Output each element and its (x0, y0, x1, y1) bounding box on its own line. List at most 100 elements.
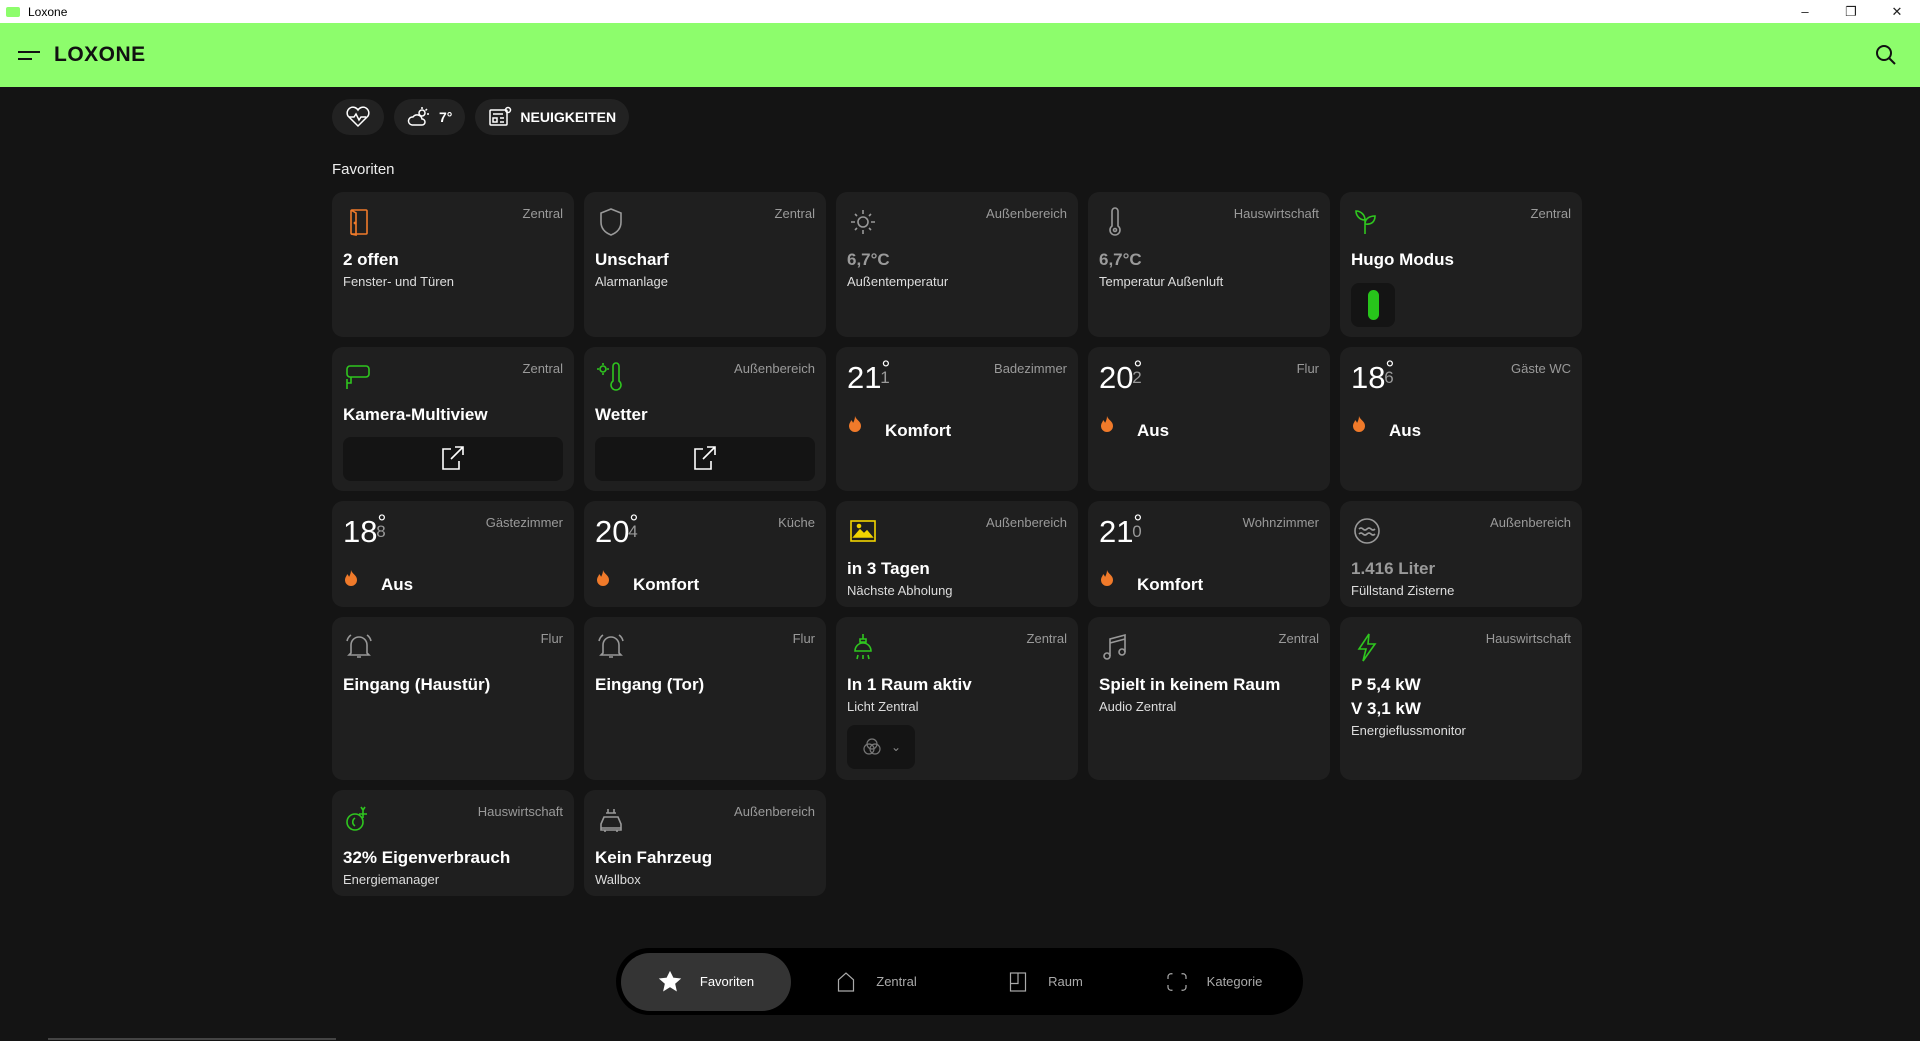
window-titlebar: Loxone – ❐ ✕ (0, 0, 1920, 23)
external-link-icon (694, 446, 716, 470)
favorites-grid: Zentral 2 offen Fenster- und Türen Zentral U… (332, 192, 1582, 896)
light-mood-dropdown[interactable]: ⌄ (847, 725, 915, 769)
sun-icon (851, 210, 875, 234)
favorite-card[interactable]: Gästezimmer 18 ° 8 Aus (332, 501, 574, 607)
card-room: Badezimmer (994, 361, 1067, 376)
favorite-card[interactable]: Außenbereich 6,7°C Außentemperatur (836, 192, 1078, 337)
favorite-card[interactable]: Küche 20 ° 4 Komfort (584, 501, 826, 607)
logo: LOXONE (54, 43, 146, 66)
door-icon (350, 209, 368, 236)
heating-state-label: Komfort (885, 421, 952, 440)
card-title: 2 offen (343, 250, 399, 269)
lamp-icon (854, 634, 872, 660)
weather-temp: 7° (439, 109, 453, 125)
restore-button[interactable]: ❐ (1828, 0, 1874, 23)
nav-label: Zentral (876, 974, 917, 989)
card-title: In 1 Raum aktiv (847, 675, 972, 694)
card-room: Wohnzimmer (1242, 515, 1319, 530)
nav-kategorie[interactable]: Kategorie (1129, 953, 1298, 1011)
card-room: Außenbereich (1490, 515, 1571, 530)
open-external-button[interactable] (343, 437, 563, 481)
news-button[interactable]: NEUIGKEITEN (475, 99, 630, 135)
favorite-card[interactable]: Außenbereich Wetter (584, 347, 826, 491)
app-icon (6, 6, 20, 17)
card-title: Hugo Modus (1351, 250, 1454, 269)
card-title: 32% Eigenverbrauch (343, 848, 511, 867)
temperature-decimal: 0 (1132, 522, 1142, 541)
favorite-card[interactable]: Badezimmer 21 ° 1 Komfort (836, 347, 1078, 491)
card-room: Zentral (1026, 631, 1067, 646)
favorite-card[interactable]: Zentral Spielt in keinem Raum Audio Zentra… (1088, 617, 1330, 780)
card-room: Zentral (522, 361, 563, 376)
favorite-card[interactable]: Außenbereich 1.416 Liter Füllstand Zistern… (1340, 501, 1582, 607)
lightning-icon (1357, 633, 1377, 662)
temperature-decimal: 1 (880, 368, 890, 387)
card-room: Außenbereich (734, 361, 815, 376)
temperature-decimal: 4 (628, 522, 638, 541)
card-title: Eingang (Haustür) (343, 675, 491, 694)
card-room: Flur (792, 631, 815, 646)
nav-zentral[interactable]: Zentral (791, 953, 960, 1011)
card-room: Außenbereich (986, 206, 1067, 221)
card-title: 1.416 Liter (1351, 559, 1436, 578)
card-room: Zentral (522, 206, 563, 221)
favorite-card[interactable]: Zentral In 1 Raum aktiv Licht Zentral ⌄ (836, 617, 1078, 780)
nav-label: Kategorie (1206, 974, 1263, 989)
card-subtitle: Nächste Abholung (847, 583, 953, 598)
favorite-card[interactable]: Zentral Hugo Modus (1340, 192, 1582, 337)
menu-icon[interactable] (18, 48, 40, 62)
heating-state: Aus (1099, 415, 1319, 447)
card-title-secondary: V 3,1 kW (1351, 699, 1421, 718)
card-room: Hauswirtschaft (1233, 206, 1319, 221)
card-room: Flur (540, 631, 563, 646)
favorite-card[interactable]: Hauswirtschaft 32% Eigenverbrauch Energiem… (332, 790, 574, 896)
search-icon[interactable] (1874, 43, 1898, 67)
heating-state-label: Aus (381, 575, 414, 594)
star-icon (658, 970, 682, 992)
flame-icon (1101, 416, 1113, 432)
favorite-card[interactable]: Flur Eingang (Haustür) (332, 617, 574, 780)
card-subtitle: Wallbox (595, 872, 641, 887)
card-title: 6,7°C (1099, 250, 1142, 269)
favorite-card[interactable]: Zentral Kamera-Multiview (332, 347, 574, 491)
favorite-card[interactable]: Gäste WC 18 ° 6 Aus (1340, 347, 1582, 491)
card-room: Zentral (774, 206, 815, 221)
heart-pulse-icon (346, 106, 370, 128)
heating-state-label: Aus (1137, 421, 1170, 440)
heating-state: Aus (343, 569, 563, 601)
weather-button[interactable]: 7° (394, 99, 466, 135)
open-external-button[interactable] (595, 437, 815, 481)
close-button[interactable]: ✕ (1874, 0, 1920, 23)
favorite-card[interactable]: Zentral Unscharf Alarmanlage (584, 192, 826, 337)
scroll-indicator (48, 1038, 336, 1040)
favorite-card[interactable]: Hauswirtschaft P 5,4 kW V 3,1 kW Energieflu… (1340, 617, 1582, 780)
flame-icon (345, 570, 357, 586)
favorite-card[interactable]: Außenbereich in 3 Tagen Nächste Abholung (836, 501, 1078, 607)
card-room: Hauswirtschaft (1485, 631, 1571, 646)
section-title: Favoriten (332, 161, 395, 178)
music-icon (1103, 633, 1126, 660)
favorite-card[interactable]: Zentral 2 offen Fenster- und Türen (332, 192, 574, 337)
card-subtitle: Fenster- und Türen (343, 274, 455, 289)
house-icon (838, 971, 855, 992)
shield-icon (600, 208, 622, 236)
card-room: Küche (778, 515, 815, 530)
heating-state-label: Komfort (633, 575, 700, 594)
favorite-card[interactable]: Hauswirtschaft 6,7°C Temperatur Außenluft (1088, 192, 1330, 337)
water-tank-icon (1354, 518, 1380, 544)
nav-raum[interactable]: Raum (960, 953, 1129, 1011)
favorite-card[interactable]: Wohnzimmer 21 ° 0 Komfort (1088, 501, 1330, 607)
weather-icon (597, 362, 622, 391)
card-title: P 5,4 kW (1351, 675, 1421, 694)
favorite-card[interactable]: Flur Eingang (Tor) (584, 617, 826, 780)
nav-favoriten[interactable]: Favoriten (621, 952, 791, 1011)
favorite-card[interactable]: Flur 20 ° 2 Aus (1088, 347, 1330, 491)
minimize-button[interactable]: – (1782, 0, 1828, 23)
favorite-card[interactable]: Außenbereich Kein Fahrzeug Wallbox (584, 790, 826, 896)
mode-toggle[interactable] (1351, 283, 1395, 327)
health-button[interactable] (332, 99, 384, 135)
nav-label: Favoriten (699, 974, 755, 989)
card-title: in 3 Tagen (847, 559, 930, 578)
card-room: Gästezimmer (485, 515, 563, 530)
heating-state: Komfort (595, 569, 815, 601)
